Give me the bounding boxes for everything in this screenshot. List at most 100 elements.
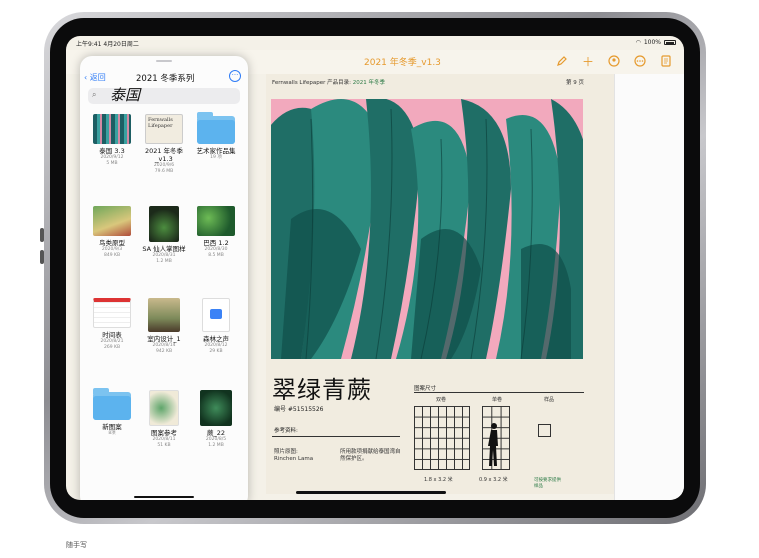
folder-item[interactable]: 艺术家作品集 19 项 <box>190 112 242 161</box>
file-item[interactable]: 鸟类原型 2020/9/3 849 KB <box>86 206 138 259</box>
file-thumbnail <box>197 206 235 236</box>
file-thumbnail <box>200 390 232 426</box>
collaborate-icon[interactable] <box>606 53 622 69</box>
file-size: 1.2 MB <box>208 443 224 448</box>
file-size: 849 KB <box>103 253 121 258</box>
reference-label: 参考资料: <box>274 428 298 434</box>
stage: 上午9:41 4月20日周二 ◠ 100% 2021 年冬季_v1.3 ＋ Fe… <box>0 0 759 558</box>
file-name: 2021 年冬季_v1.3 <box>144 147 184 163</box>
home-indicator[interactable] <box>296 491 446 494</box>
back-label: 返回 <box>89 73 106 82</box>
file-name: 泰国 3.3 <box>99 147 125 155</box>
single-roll-dimension: 0.9 x 3.2 米 <box>479 477 508 483</box>
more-options-icon[interactable]: ··· <box>229 70 241 82</box>
photo-name: Rinchen Lama <box>274 456 314 462</box>
file-name: 时间表 <box>102 331 122 339</box>
double-roll-grid <box>414 406 470 470</box>
bezel: 上午9:41 4月20日周二 ◠ 100% 2021 年冬季_v1.3 ＋ Fe… <box>50 18 700 518</box>
ipad-device: 上午9:41 4月20日周二 ◠ 100% 2021 年冬季_v1.3 ＋ Fe… <box>44 12 706 524</box>
file-thumbnail <box>148 298 180 332</box>
add-icon[interactable]: ＋ <box>580 53 596 69</box>
document-icon[interactable] <box>658 53 674 69</box>
status-right: ◠ 100% <box>636 39 676 46</box>
single-roll-label: 单卷 <box>492 397 503 403</box>
file-size: 79.6 MB <box>154 169 174 174</box>
double-roll-label: 双卷 <box>436 397 447 403</box>
battery-percent: 100% <box>643 39 661 46</box>
toolbar-tools: ＋ <box>554 53 674 69</box>
back-button[interactable]: ‹ 返回 <box>84 72 106 83</box>
header-highlight: 2021 年冬季 <box>352 80 385 86</box>
file-thumbnail <box>93 206 131 236</box>
folder-count: 19 项 <box>210 155 222 160</box>
battery-icon <box>664 40 676 45</box>
folder-name: 新图案 <box>102 423 122 431</box>
file-thumbnail: Fernwalls Lifepaper <box>145 114 183 144</box>
file-item[interactable]: SA 仙人掌图样 2020/8/31 1.2 MB <box>138 206 190 265</box>
file-item[interactable]: 蕨_22 2020/8/5 1.2 MB <box>190 390 242 449</box>
folder-count: 8项 <box>108 431 116 436</box>
document-header: Fernwalls Lifepaper 产品目录: 2021 年冬季 <box>272 78 385 86</box>
files-popover: ‹ 返回 2021 冬季系列 ··· ⌕ 泰国 泰国 3.3 2020/9/12… <box>80 56 248 500</box>
search-field[interactable]: ⌕ 泰国 <box>88 86 240 104</box>
reference-divider <box>272 436 400 437</box>
person-silhouette-icon <box>488 423 498 466</box>
file-size: 51 KB <box>157 443 171 448</box>
file-thumbnail <box>149 390 179 426</box>
file-name: SA 仙人掌图样 <box>142 245 186 253</box>
folder-icon <box>93 388 131 420</box>
pattern-title: 翠绿青蕨 <box>272 376 372 404</box>
files-title: 2021 冬季系列 <box>136 74 195 84</box>
popover-home-indicator <box>134 496 194 498</box>
right-pane <box>614 74 684 500</box>
file-name: 森林之声 <box>203 335 229 343</box>
pattern-code: 编号 #51515526 <box>274 406 324 413</box>
file-size: 1.2 MB <box>156 259 172 264</box>
file-item[interactable]: 图案参考 2020/8/11 51 KB <box>138 390 190 449</box>
photo-credit: 照片原图: Rinchen Lama <box>274 449 313 463</box>
document-title[interactable]: 2021 年冬季_v1.3 <box>364 55 441 68</box>
file-item[interactable]: 森林之声 2020/8/12 29 KB <box>190 298 242 355</box>
markup-icon[interactable] <box>554 53 570 69</box>
handwritten-search-text[interactable]: 泰国 <box>110 84 140 105</box>
file-size: 269 KB <box>103 345 121 350</box>
file-size: 8.5 MB <box>208 253 224 258</box>
file-name: 室内设计_1 <box>147 335 181 343</box>
file-thumbnail <box>93 114 131 144</box>
caption: 随手写 <box>66 541 87 549</box>
file-thumbnail <box>93 298 131 328</box>
search-icon: ⌕ <box>92 90 97 99</box>
folder-icon <box>197 112 235 144</box>
size-label: 图案尺寸 <box>414 386 437 392</box>
wifi-icon: ◠ <box>635 39 641 46</box>
page-number: 第 9 页 <box>566 80 584 86</box>
file-size: 29 KB <box>209 349 223 354</box>
fern-artwork <box>271 99 583 359</box>
audio-file-icon <box>202 298 230 332</box>
status-time: 上午9:41 4月20日周二 <box>76 41 139 48</box>
sample-label: 样品 <box>544 397 555 403</box>
sample-note: 可按要求提供样品 <box>534 478 561 489</box>
file-name: 巴西 1.2 <box>203 239 229 247</box>
document-page: Fernwalls Lifepaper 产品目录: 2021 年冬季 第 9 页 <box>266 74 614 494</box>
status-bar: 上午9:41 4月20日周二 ◠ 100% <box>66 36 684 50</box>
grabber-handle[interactable] <box>156 60 172 62</box>
file-thumbnail <box>149 206 179 242</box>
file-size: 942 KB <box>155 349 173 354</box>
file-item[interactable]: 时间表 2020/8/21 269 KB <box>86 298 138 351</box>
photo-label: 照片原图: <box>274 449 298 455</box>
folder-name: 艺术家作品集 <box>196 147 236 155</box>
file-name: 蕨_22 <box>206 429 226 437</box>
photo-description: 所用款项捐献给泰国湾自然保护区。 <box>340 449 401 462</box>
folder-item[interactable]: 新图案 8项 <box>86 388 138 437</box>
file-item[interactable]: 巴西 1.2 2020/8/30 8.5 MB <box>190 206 242 259</box>
file-item[interactable]: 泰国 3.3 2020/9/12 5 MB <box>86 114 138 167</box>
file-name: 鸟类原型 <box>99 239 125 247</box>
double-roll-dimension: 1.8 x 3.2 米 <box>424 477 453 483</box>
header-text: Fernwalls Lifepaper 产品目录: <box>272 80 351 86</box>
more-icon[interactable] <box>632 53 648 69</box>
screen: 上午9:41 4月20日周二 ◠ 100% 2021 年冬季_v1.3 ＋ Fe… <box>66 36 684 500</box>
file-name: 图案参考 <box>151 429 177 437</box>
file-item[interactable]: 室内设计_1 2020/8/14 942 KB <box>138 298 190 355</box>
file-item[interactable]: Fernwalls Lifepaper 2021 年冬季_v1.3 2020/9… <box>138 114 190 175</box>
